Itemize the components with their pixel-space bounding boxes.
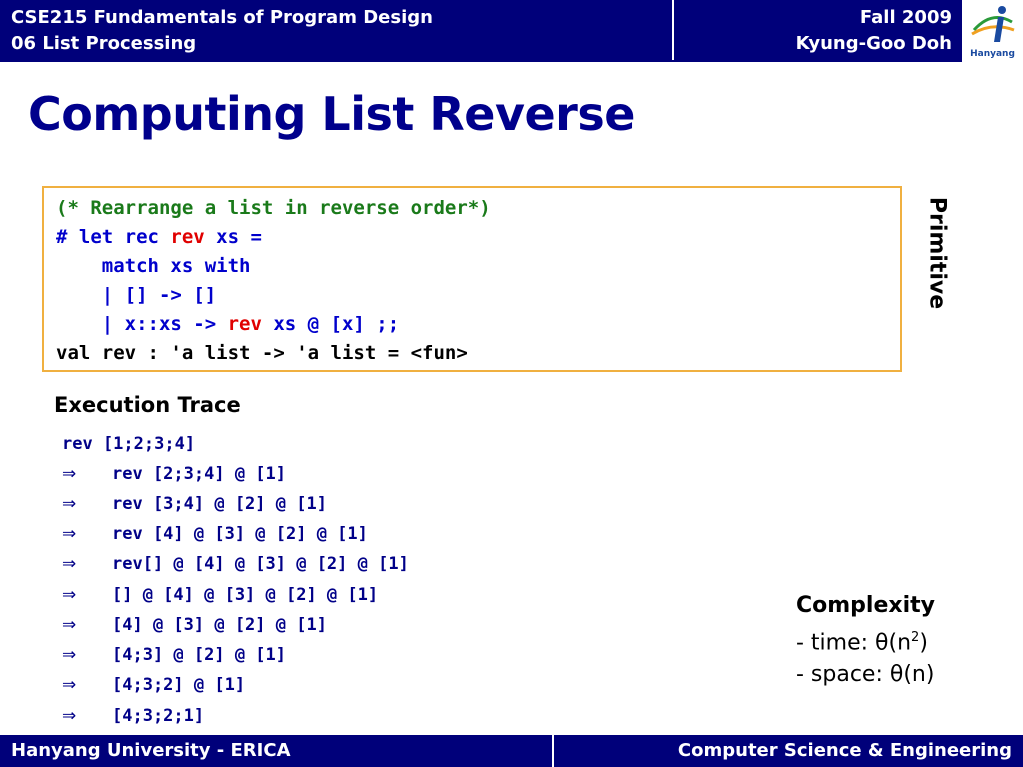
term-label: Fall 2009 [859, 7, 952, 28]
header-right-panel: Fall 2009 Kyung-Goo Doh [674, 0, 962, 60]
slide-header: CSE215 Fundamentals of Program Design 06… [0, 0, 1023, 62]
footer-left-panel: Hanyang University - ERICA [0, 735, 552, 767]
code-box: (* Rearrange a list in reverse order*) #… [42, 186, 902, 372]
code-line-match: match xs with [56, 255, 251, 277]
complexity-block: Complexity - time: θ(n2) - space: θ(n) [796, 590, 935, 691]
implies-arrow-icon: ⇒ [62, 615, 77, 635]
lecture-title: 06 List Processing [11, 33, 197, 54]
instructor-name: Kyung-Goo Doh [795, 33, 952, 54]
code-line-let: # let rec rev xs = [56, 223, 262, 252]
trace-line-5: [] @ [4] @ [3] @ [2] @ [1] [112, 585, 379, 605]
complexity-time-text: - time: θ(n [796, 630, 912, 656]
course-title: CSE215 Fundamentals of Program Design [11, 7, 433, 28]
code-let-keyword: # let rec [56, 226, 171, 248]
primitive-label: Primitive [922, 196, 952, 310]
trace-line-4: rev[] @ [4] @ [3] @ [2] @ [1] [112, 554, 409, 574]
footer-department: Computer Science & Engineering [677, 740, 1012, 761]
trace-line-9: [4;3;2;1] [112, 706, 205, 726]
hanyang-logo: Hanyang [962, 0, 1023, 62]
code-comment: (* Rearrange a list in reverse order*) [56, 197, 491, 219]
logo-text: Hanyang [970, 49, 1015, 59]
execution-trace-title: Execution Trace [54, 393, 241, 417]
implies-arrow-icon: ⇒ [62, 524, 77, 544]
slide-footer: Hanyang University - ERICA Computer Scie… [0, 733, 1023, 767]
code-rev-call: rev [227, 313, 262, 335]
trace-line-7: [4;3] @ [2] @ [1] [112, 645, 286, 665]
code-cons-pattern: | x::xs -> [56, 313, 228, 335]
implies-arrow-icon: ⇒ [62, 494, 77, 514]
code-append-expr: xs @ [x] ;; [261, 313, 400, 335]
slide-title: Computing List Reverse [28, 87, 635, 141]
implies-arrow-icon: ⇒ [62, 585, 77, 605]
implies-arrow-icon: ⇒ [62, 645, 77, 665]
code-let-params: xs = [204, 226, 262, 248]
complexity-time: - time: θ(n2) [796, 622, 935, 659]
implies-arrow-icon: ⇒ [62, 706, 77, 726]
code-line-val: val rev : 'a list -> 'a list = <fun> [56, 342, 468, 364]
complexity-time-close: ) [919, 630, 928, 656]
trace-line-2: rev [3;4] @ [2] @ [1] [112, 494, 327, 514]
trace-line-1: rev [2;3;4] @ [1] [112, 464, 286, 484]
footer-university: Hanyang University - ERICA [11, 740, 291, 761]
complexity-space: - space: θ(n) [796, 662, 935, 688]
code-rev-name: rev [170, 226, 205, 248]
code-line-empty-case: | [] -> [] [56, 284, 217, 306]
primitive-text: Primitive [924, 196, 950, 310]
header-divider [0, 60, 962, 62]
implies-arrow-icon: ⇒ [62, 554, 77, 574]
trace-line-0: rev [1;2;3;4] [62, 434, 196, 454]
implies-arrow-icon: ⇒ [62, 675, 77, 695]
implies-arrow-icon: ⇒ [62, 464, 77, 484]
footer-right-panel: Computer Science & Engineering [554, 735, 1023, 767]
trace-line-8: [4;3;2] @ [1] [112, 675, 246, 695]
trace-line-3: rev [4] @ [3] @ [2] @ [1] [112, 524, 368, 544]
header-left-panel: CSE215 Fundamentals of Program Design 06… [0, 0, 672, 60]
trace-line-6: [4] @ [3] @ [2] @ [1] [112, 615, 327, 635]
code-line-cons-case: | x::xs -> rev xs @ [x] ;; [56, 310, 399, 339]
complexity-title: Complexity [796, 593, 935, 618]
